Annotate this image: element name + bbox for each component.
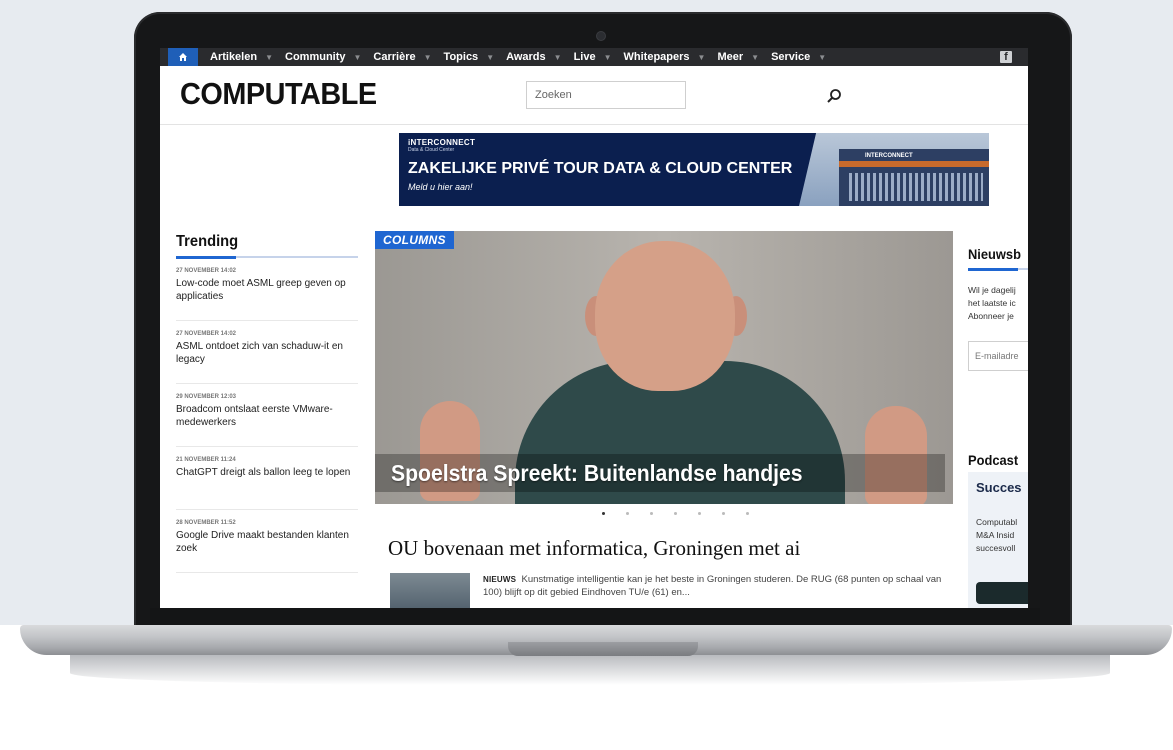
chevron-down-icon: ▼ [353,52,362,62]
nav-label: Community [285,51,346,63]
podcast-button[interactable] [976,582,1028,604]
nav-label: Carrière [373,51,416,63]
intro-line: het laatste ic [968,298,1016,308]
top-navigation: Artikelen ▼ Community ▼ Carrière ▼ Topics ▼ … [160,48,1028,66]
carousel-dot[interactable] [626,512,629,515]
podcast-line: Computabl [976,517,1018,527]
email-field[interactable]: E-mailadre [968,341,1028,371]
building-band [839,161,989,167]
building-windows [849,173,983,201]
person-head [595,241,735,391]
nav-label: Meer [717,51,744,63]
item-date: 29 NOVEMBER 12:03 [176,394,237,400]
nav-item-artikelen[interactable]: Artikelen ▼ [210,51,273,63]
advertisement-banner[interactable]: iNTERCONNECT Data & Cloud Center ZAKELIJ… [399,133,989,206]
camera-icon [597,32,605,40]
carousel-dot[interactable] [698,512,701,515]
podcast-card[interactable]: Succes Computabl M&A Insid succesvoll [968,472,1028,608]
newsletter-intro: Wil je dagelij het laatste ic Abonneer j… [968,284,1028,323]
banner-headline: ZAKELIJKE PRIVÉ TOUR DATA & CLOUD CENTER [408,160,793,177]
chevron-down-icon: ▼ [751,52,760,62]
podcast-line: M&A Insid [976,530,1015,540]
list-item[interactable]: 27 NOVEMBER 14:02 ASML ontdoet zich van … [176,321,358,384]
list-item[interactable]: 21 NOVEMBER 11:24 ChatGPT dreigt als bal… [176,447,358,510]
newsletter-underline [968,268,1028,271]
search-icon[interactable] [826,88,842,104]
laptop-shadow [70,655,1110,685]
item-title[interactable]: Low-code moet ASML greep geven op applic… [176,277,358,303]
carousel-dot[interactable] [746,512,749,515]
article-label: NIEUWS [483,575,517,584]
carousel-dot[interactable] [602,512,605,515]
chevron-down-icon: ▼ [423,52,432,62]
nav-label: Live [573,51,596,63]
chevron-down-icon: ▼ [265,52,273,62]
nav-label: Topics [443,51,479,63]
trending-underline [176,256,358,259]
list-item[interactable]: 29 NOVEMBER 12:03 Broadcom ontslaat eers… [176,384,358,447]
site-header: COMPUTABLE Zoeken [160,66,1028,125]
banner-cta: Meld u hier aan! [408,182,473,192]
list-item[interactable]: 27 NOVEMBER 14:02 Low-code moet ASML gre… [176,258,358,321]
nav-item-live[interactable]: Live ▼ [574,51,612,63]
building-sign: INTERCONNECT [865,153,913,159]
nav-label: Service [771,51,811,63]
nav-item-awards[interactable]: Awards ▼ [506,51,561,63]
banner-brand: iNTERCONNECT [408,138,476,147]
intro-line: Abonneer je [968,311,1014,321]
hero-headline[interactable]: Spoelstra Spreekt: Buitenlandse handjes [391,460,803,487]
carousel-dot[interactable] [722,512,725,515]
item-date: 27 NOVEMBER 14:02 [176,268,237,274]
item-title[interactable]: ChatGPT dreigt als ballon leeg te lopen [176,466,358,479]
chevron-down-icon: ▼ [818,52,827,62]
item-date: 28 NOVEMBER 11:52 [176,520,236,526]
podcast-card-title: Succes [976,480,1022,495]
facebook-icon[interactable]: f [1000,51,1012,63]
chevron-down-icon: ▼ [486,52,495,62]
nav-label: Whitepapers [623,51,690,63]
podcast-card-text: Computabl M&A Insid succesvoll [976,516,1017,555]
nav-item-carriere[interactable]: Carrière ▼ [373,51,431,63]
carousel-dots [602,512,770,515]
article-thumbnail[interactable] [390,573,470,608]
chevron-down-icon: ▼ [553,52,562,62]
trending-section: Trending 27 NOVEMBER 14:02 Low-code moet… [176,233,358,573]
nav-item-topics[interactable]: Topics ▼ [444,51,495,63]
category-tag[interactable]: COLUMNS [375,231,454,249]
search-input[interactable]: Zoeken [526,81,686,109]
item-title[interactable]: ASML ontdoet zich van schaduw-it en lega… [176,340,358,366]
right-column: Nieuwsb Wil je dagelij het laatste ic Ab… [968,246,1028,608]
newsletter-title: Nieuwsb [968,246,1021,262]
home-button[interactable] [168,48,198,66]
hero-slide[interactable]: COLUMNS Spoelstra Spreekt: Buitenlandse … [375,231,953,504]
nav-label: Artikelen [210,51,258,63]
nav-label: Awards [506,51,546,63]
item-title[interactable]: Broadcom ontslaat eerste VMware-medewerk… [176,403,358,429]
site-logo[interactable]: COMPUTABLE [180,76,377,112]
chevron-down-icon: ▼ [697,52,706,62]
banner-brand-subtitle: Data & Cloud Center [408,147,455,153]
nav-item-service[interactable]: Service ▼ [771,51,826,63]
podcast-line: succesvoll [976,543,1016,553]
podcast-title: Podcast [968,452,1019,468]
trending-title: Trending [176,233,239,250]
nav-item-community[interactable]: Community ▼ [285,51,361,63]
item-title[interactable]: Google Drive maakt bestanden klanten zoe… [176,529,358,555]
article-excerpt: NIEUWS Kunstmatige intelligentie kan je … [483,573,945,599]
home-icon [179,53,187,61]
excerpt-text: Kunstmatige intelligentie kan je het bes… [483,574,942,598]
carousel-dot[interactable] [674,512,677,515]
chevron-down-icon: ▼ [603,52,612,62]
nav-item-whitepapers[interactable]: Whitepapers ▼ [624,51,706,63]
laptop-notch [508,642,698,656]
laptop-screen: Artikelen ▼ Community ▼ Carrière ▼ Topics ▼ … [160,48,1028,608]
item-date: 27 NOVEMBER 14:02 [176,331,237,337]
article-title[interactable]: OU bovenaan met informatica, Groningen m… [388,536,800,561]
item-date: 21 NOVEMBER 11:24 [176,457,236,463]
nav-item-meer[interactable]: Meer ▼ [717,51,759,63]
carousel-dot[interactable] [650,512,653,515]
list-item[interactable]: 28 NOVEMBER 11:52 Google Drive maakt bes… [176,510,358,573]
intro-line: Wil je dagelij [968,285,1016,295]
